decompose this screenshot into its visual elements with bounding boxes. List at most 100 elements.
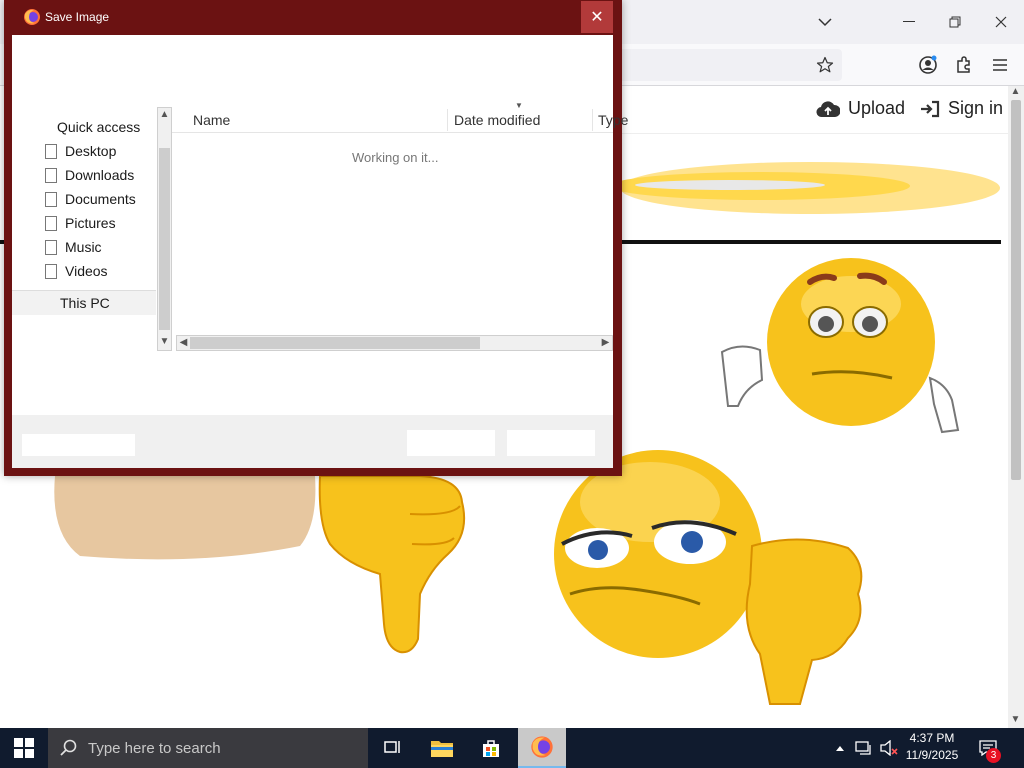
sign-in-icon xyxy=(921,100,940,117)
sort-indicator-icon: ▼ xyxy=(515,101,523,110)
upload-link[interactable]: Upload xyxy=(816,98,905,119)
firefox-taskbar-button[interactable] xyxy=(518,728,566,768)
bookmark-star-button[interactable] xyxy=(812,52,838,78)
cancel-button[interactable] xyxy=(507,430,595,456)
microsoft-store-button[interactable] xyxy=(467,728,515,768)
url-bar[interactable] xyxy=(600,49,842,81)
volume-muted-icon xyxy=(880,740,898,756)
taskbar-search-box[interactable]: Type here to search xyxy=(48,728,368,768)
nav-item-pictures[interactable]: Pictures xyxy=(12,211,156,235)
extensions-button[interactable] xyxy=(951,52,977,78)
show-hidden-icons-button[interactable] xyxy=(832,728,848,768)
close-window-button[interactable] xyxy=(978,4,1024,40)
navigation-pane: Quick access Desktop Downloads Documents… xyxy=(12,107,156,351)
clock-time: 4:37 PM xyxy=(909,731,955,745)
document-icon xyxy=(45,263,57,279)
nav-quick-access[interactable]: Quick access xyxy=(12,115,156,139)
network-button[interactable] xyxy=(852,728,876,768)
nav-scroll-down-arrow[interactable]: ▼ xyxy=(158,336,171,347)
save-image-dialog: Save Image ✕ Quick access Desktop Downlo… xyxy=(4,0,628,476)
clock-date: 11/9/2025 xyxy=(905,748,959,762)
search-placeholder: Type here to search xyxy=(88,739,221,757)
task-view-button[interactable] xyxy=(368,728,416,768)
nav-item-label: Documents xyxy=(65,191,136,207)
action-center-button[interactable]: 3 xyxy=(972,728,1004,768)
account-icon xyxy=(919,55,937,74)
nav-this-pc-label: This PC xyxy=(60,295,110,311)
column-date-modified[interactable]: Date modified xyxy=(454,112,540,128)
nav-item-label: Music xyxy=(65,239,102,255)
close-icon: ✕ xyxy=(590,9,604,26)
nav-pane-scrollbar[interactable]: ▲ ▼ xyxy=(157,107,172,351)
dialog-footer xyxy=(12,415,613,468)
nav-item-videos[interactable]: Videos xyxy=(12,259,156,283)
horizontal-scroll-thumb[interactable] xyxy=(190,337,480,349)
store-icon xyxy=(483,740,499,757)
list-all-tabs-button[interactable] xyxy=(802,4,848,40)
nav-item-label: Pictures xyxy=(65,215,116,231)
account-button[interactable] xyxy=(915,52,941,78)
flame-streak-core xyxy=(635,180,825,190)
document-icon xyxy=(45,191,57,207)
nav-this-pc[interactable]: This PC xyxy=(12,291,156,315)
chevron-down-icon xyxy=(818,18,832,27)
column-divider[interactable] xyxy=(592,109,593,131)
sign-in-link[interactable]: Sign in xyxy=(920,98,1003,119)
file-list-pane: Name Date modified ▼ Type Working on it.… xyxy=(172,101,628,351)
nav-item-downloads[interactable]: Downloads xyxy=(12,163,156,187)
nav-quick-access-label: Quick access xyxy=(57,119,141,135)
start-button[interactable] xyxy=(0,728,48,768)
firefox-icon xyxy=(24,9,40,25)
upload-label: Upload xyxy=(848,98,906,118)
task-view-icon xyxy=(384,741,400,753)
column-divider[interactable] xyxy=(447,109,448,131)
scroll-right-arrow[interactable]: ▶ xyxy=(599,337,612,348)
nav-item-music[interactable]: Music xyxy=(12,235,156,259)
minimize-icon xyxy=(903,21,915,22)
volume-button[interactable] xyxy=(878,728,900,768)
skin-shape xyxy=(54,476,316,560)
search-icon xyxy=(60,739,77,756)
site-header: Upload Sign in xyxy=(620,86,1010,134)
taskbar: Type here to search 4:37 PM 11/9/2025 3 xyxy=(0,728,1024,768)
dialog-close-button[interactable]: ✕ xyxy=(581,1,613,33)
scroll-up-arrow[interactable]: ▲ xyxy=(1009,86,1022,97)
nav-scroll-up-arrow[interactable]: ▲ xyxy=(158,109,171,120)
page-vertical-scrollbar[interactable]: ▲ ▼ xyxy=(1008,86,1024,728)
close-icon xyxy=(995,16,1007,28)
thumbs-down-hand-icon xyxy=(318,475,466,654)
nav-item-desktop[interactable]: Desktop xyxy=(12,139,156,163)
screen: Upload Sign in ▲ ▼ Save Image ✕ Quick ac… xyxy=(0,0,1024,768)
puzzle-icon xyxy=(957,56,970,73)
nav-item-label: Desktop xyxy=(65,143,117,159)
file-list-horizontal-scrollbar[interactable]: ◀ ▶ xyxy=(176,335,613,351)
hamburger-icon xyxy=(993,59,1007,71)
firefox-icon xyxy=(531,736,553,758)
sad-emoji-thumbs-down-upper xyxy=(720,258,960,434)
scroll-down-arrow[interactable]: ▼ xyxy=(1009,714,1022,725)
folder-icon xyxy=(431,741,453,757)
page-scroll-thumb[interactable] xyxy=(1011,100,1021,480)
save-button[interactable] xyxy=(407,430,495,456)
column-name[interactable]: Name xyxy=(193,112,230,128)
windows-logo-icon xyxy=(14,738,34,758)
document-icon xyxy=(45,167,57,183)
file-explorer-button[interactable] xyxy=(418,728,466,768)
column-type[interactable]: Type xyxy=(598,112,628,128)
cloud-upload-icon xyxy=(816,100,840,117)
restore-icon xyxy=(949,16,961,28)
document-icon xyxy=(45,143,57,159)
nav-item-documents[interactable]: Documents xyxy=(12,187,156,211)
nav-item-label: Videos xyxy=(65,263,108,279)
file-name-field[interactable] xyxy=(22,434,135,456)
black-divider-line xyxy=(620,240,1001,244)
scroll-left-arrow[interactable]: ◀ xyxy=(177,337,190,348)
dialog-titlebar[interactable]: Save Image ✕ xyxy=(4,0,622,34)
nav-scroll-thumb[interactable] xyxy=(159,148,170,330)
minimize-button[interactable] xyxy=(886,4,932,40)
restore-button[interactable] xyxy=(932,4,978,40)
menu-button[interactable] xyxy=(987,52,1013,78)
taskbar-clock[interactable]: 4:37 PM 11/9/2025 xyxy=(900,730,964,766)
chevron-up-icon xyxy=(836,746,844,751)
network-icon xyxy=(855,741,871,755)
